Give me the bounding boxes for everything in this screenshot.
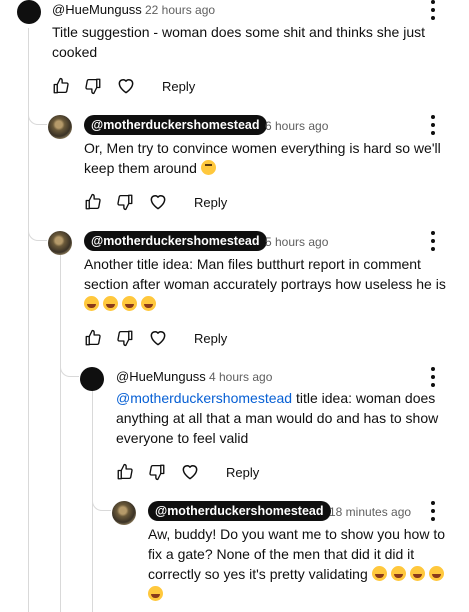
comment-text-body: Or, Men try to convince women everything… bbox=[84, 140, 441, 176]
like-icon[interactable] bbox=[84, 326, 116, 350]
face-with-tears-of-joy-icon bbox=[103, 296, 118, 311]
avatar[interactable] bbox=[48, 231, 72, 255]
comment-time[interactable]: 22 hours ago bbox=[145, 3, 215, 17]
face-with-tears-of-joy-icon bbox=[371, 566, 387, 581]
comment-author[interactable]: @HueMunguss bbox=[52, 2, 142, 17]
dislike-icon[interactable] bbox=[116, 190, 148, 214]
thread-connector bbox=[92, 490, 111, 511]
comment-text: @motherduckershomestead title idea: woma… bbox=[116, 388, 446, 448]
thread-connector bbox=[28, 104, 47, 125]
reply-button[interactable]: Reply bbox=[194, 331, 227, 346]
face-with-tears-of-joy-icon bbox=[141, 296, 156, 311]
face-with-tears-of-joy-icon bbox=[409, 566, 425, 581]
face-with-tears-of-joy-icon bbox=[148, 586, 163, 601]
comment-text: Title suggestion - woman does some shit … bbox=[52, 24, 426, 60]
comment-author[interactable]: @motherduckershomestead bbox=[148, 501, 331, 521]
comment-time[interactable]: 18 minutes ago bbox=[329, 505, 411, 519]
mention-link[interactable]: @motherduckershomestead bbox=[116, 390, 292, 406]
face-with-tears-of-joy-icon bbox=[390, 566, 406, 581]
heart-icon[interactable] bbox=[148, 326, 180, 350]
comment-text: Or, Men try to convince women everything… bbox=[84, 138, 454, 178]
face-with-tears-of-joy-icon bbox=[84, 296, 99, 311]
more-options-icon[interactable] bbox=[425, 367, 441, 387]
thread-connector bbox=[60, 356, 79, 377]
like-icon[interactable] bbox=[84, 190, 116, 214]
heart-icon[interactable] bbox=[180, 460, 212, 484]
face-with-tears-of-joy-icon bbox=[428, 566, 444, 581]
more-options-icon[interactable] bbox=[425, 231, 441, 251]
comment-actions: Reply bbox=[52, 74, 195, 98]
face-with-tears-of-joy-icon bbox=[122, 296, 137, 311]
face-with-rolling-eyes-icon bbox=[200, 160, 216, 175]
comment-actions: Reply bbox=[84, 190, 227, 214]
comment-author[interactable]: @motherduckershomestead bbox=[84, 115, 267, 135]
more-options-icon[interactable] bbox=[425, 115, 441, 135]
comment-actions: Reply bbox=[84, 326, 227, 350]
comment-text-body: Another title idea: Man files butthurt r… bbox=[84, 256, 446, 292]
reply-button[interactable]: Reply bbox=[162, 79, 195, 94]
avatar[interactable] bbox=[80, 367, 104, 391]
dislike-icon[interactable] bbox=[148, 460, 180, 484]
thread-connector bbox=[28, 220, 47, 241]
avatar[interactable] bbox=[48, 115, 72, 139]
comment-time[interactable]: 6 hours ago bbox=[265, 119, 328, 133]
more-options-icon[interactable] bbox=[425, 0, 441, 20]
reply-button[interactable]: Reply bbox=[194, 195, 227, 210]
like-icon[interactable] bbox=[116, 460, 148, 484]
comment-author[interactable]: @motherduckershomestead bbox=[84, 231, 267, 251]
heart-icon[interactable] bbox=[116, 74, 148, 98]
comment-time[interactable]: 5 hours ago bbox=[265, 235, 328, 249]
avatar[interactable] bbox=[17, 0, 41, 24]
reply-button[interactable]: Reply bbox=[226, 465, 259, 480]
comment-actions: Reply bbox=[116, 460, 259, 484]
thread-line bbox=[60, 255, 61, 612]
heart-icon[interactable] bbox=[148, 190, 180, 214]
comment-author[interactable]: @HueMunguss bbox=[116, 369, 206, 384]
comment-text: Aw, buddy! Do you want me to show you ho… bbox=[148, 524, 458, 604]
comment-time[interactable]: 4 hours ago bbox=[209, 370, 272, 384]
dislike-icon[interactable] bbox=[84, 74, 116, 98]
comment-text: Another title idea: Man files butthurt r… bbox=[84, 254, 456, 314]
more-options-icon[interactable] bbox=[425, 501, 441, 521]
dislike-icon[interactable] bbox=[116, 326, 148, 350]
like-icon[interactable] bbox=[52, 74, 84, 98]
avatar[interactable] bbox=[112, 501, 136, 525]
